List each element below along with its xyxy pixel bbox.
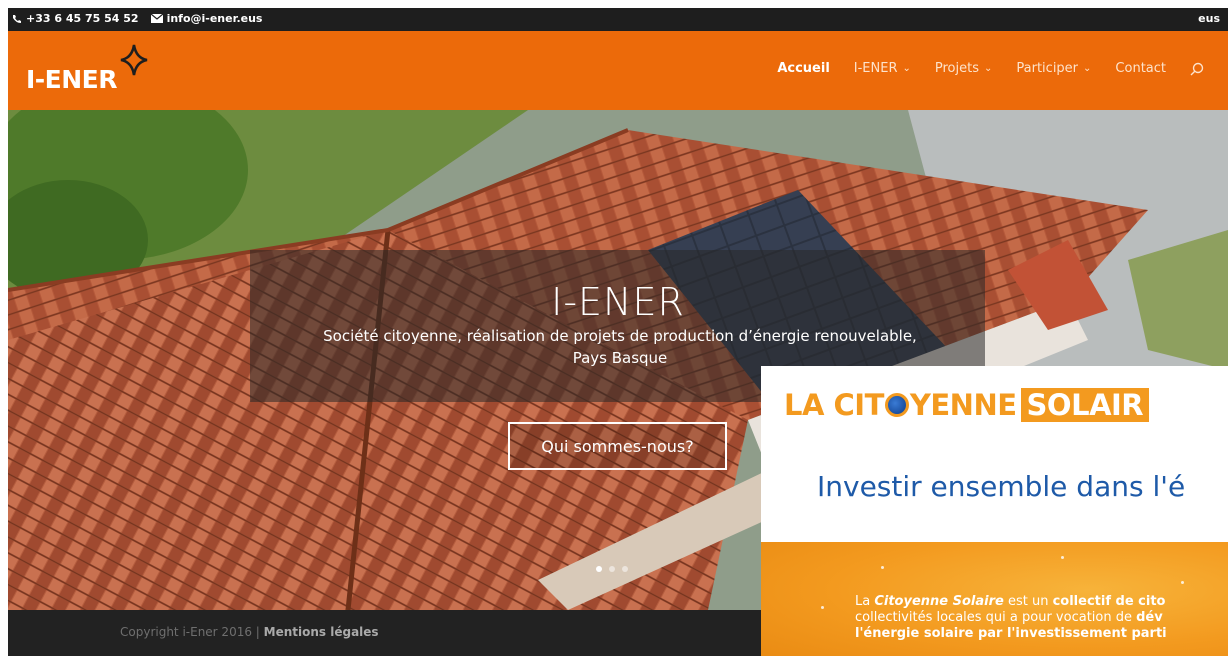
citoyenne-solaire-logo: LA CIT YENNE SOLAIR <box>784 388 1150 422</box>
envelope-icon <box>150 14 163 23</box>
slide-dot-3[interactable] <box>622 566 628 572</box>
popup-line1-pre: La <box>855 594 875 609</box>
nav-accueil-label: Accueil <box>777 61 830 76</box>
nav-participer-label: Participer <box>1016 61 1079 76</box>
legal-notice-link[interactable]: Mentions légales <box>264 625 379 639</box>
popup-line2-pre: collectivités locales qui a pour vocatio… <box>855 610 1137 625</box>
main-nav: Accueil I-ENER ⌄ Projets ⌄ Participer ⌄ Con… <box>777 61 1204 76</box>
slide-dot-2[interactable] <box>609 566 615 572</box>
slider-pagination <box>596 566 628 572</box>
slide-dot-1[interactable] <box>596 566 602 572</box>
popup-line3-bold: l'énergie solaire par l'investissement p… <box>855 626 1167 641</box>
sparkle <box>821 606 824 609</box>
email-link[interactable]: info@i-ener.eus <box>150 12 263 25</box>
sparkle <box>881 566 884 569</box>
nav-contact-label: Contact <box>1115 61 1166 76</box>
phone-number: +33 6 45 75 54 52 <box>26 12 139 25</box>
hero-title: I-ENER <box>551 280 685 324</box>
star-logo-icon <box>120 44 148 76</box>
chevron-down-icon: ⌄ <box>984 63 993 74</box>
search-icon[interactable] <box>1190 62 1204 76</box>
nav-projets[interactable]: Projets ⌄ <box>935 61 993 76</box>
top-bar: +33 6 45 75 54 52 info@i-ener.eus eus <box>8 8 1228 31</box>
hero-subtitle: Société citoyenne, réalisation de projet… <box>270 325 970 369</box>
citoyenne-solaire-popup[interactable]: LA CIT YENNE SOLAIR Investir ensemble dans… <box>761 366 1228 656</box>
copyright-label: Copyright i-Ener 2016 | <box>120 625 264 639</box>
nav-i-ener[interactable]: I-ENER ⌄ <box>854 61 911 76</box>
nav-i-ener-label: I-ENER <box>853 61 898 76</box>
nav-accueil[interactable]: Accueil <box>777 61 829 76</box>
language-switch[interactable]: eus <box>1198 12 1220 25</box>
chevron-down-icon: ⌄ <box>902 63 911 74</box>
popup-line2-bold: dév <box>1136 610 1163 625</box>
nav-contact[interactable]: Contact <box>1115 61 1166 76</box>
logo-wordmark: I-ENER <box>26 65 118 94</box>
nav-projets-label: Projets <box>934 61 979 76</box>
brand-text-la-cit: LA CIT <box>784 388 884 422</box>
sparkle <box>1061 556 1064 559</box>
nav-participer[interactable]: Participer ⌄ <box>1016 61 1091 76</box>
brand-text-yenne: YENNE <box>909 388 1017 422</box>
popup-line1-em: Citoyenne Solaire <box>874 594 1004 609</box>
popup-tagline: Investir ensemble dans l'é <box>817 470 1186 503</box>
site-header: I-ENER Accueil I-ENER ⌄ Projets ⌄ Particip… <box>8 31 1228 110</box>
sparkle <box>1181 581 1184 584</box>
about-us-button[interactable]: Qui sommes-nous? <box>508 422 727 470</box>
popup-body-line2: collectivités locales qui a pour vocatio… <box>855 610 1228 626</box>
popup-line1-mid: est un <box>1003 594 1053 609</box>
phone-icon <box>13 14 21 23</box>
copyright-text: Copyright i-Ener 2016 | Mentions légales <box>120 625 379 639</box>
brand-text-solaire: SOLAIR <box>1020 388 1150 422</box>
chevron-down-icon: ⌄ <box>1083 63 1092 74</box>
hero-subtitle-line1: Société citoyenne, réalisation de projet… <box>323 327 917 345</box>
popup-line1-bold: collectif de cito <box>1052 594 1166 609</box>
popup-body-line3: l'énergie solaire par l'investissement p… <box>855 626 1228 642</box>
site-logo[interactable]: I-ENER <box>26 43 166 97</box>
popup-body-text: La Citoyenne Solaire est un collectif de… <box>855 594 1228 642</box>
phone-link[interactable]: +33 6 45 75 54 52 <box>12 12 139 25</box>
popup-body-line1: La Citoyenne Solaire est un collectif de… <box>855 594 1228 610</box>
sun-globe-icon <box>884 393 909 417</box>
email-address: info@i-ener.eus <box>166 12 263 25</box>
